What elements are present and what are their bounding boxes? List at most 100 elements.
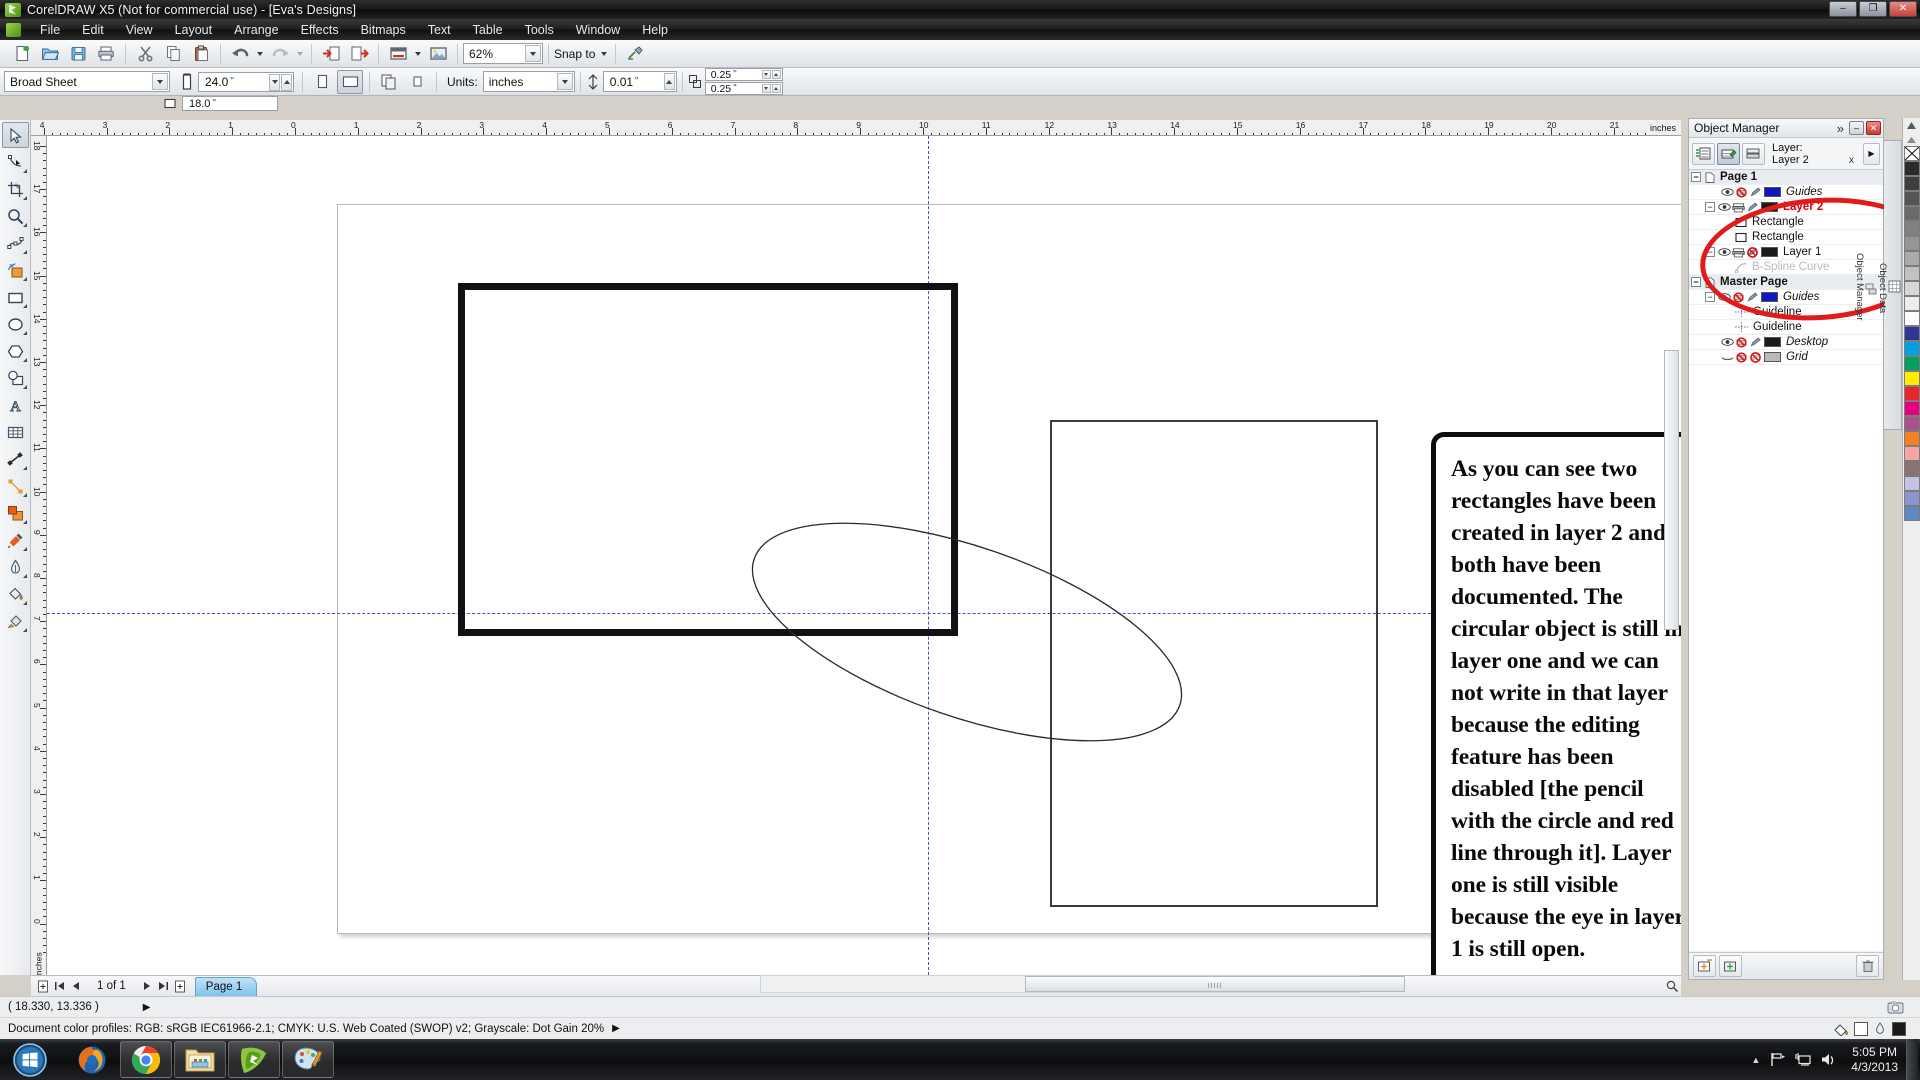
printer-enabled-icon[interactable]: [1732, 202, 1745, 213]
show-hidden-icons-button[interactable]: ▲: [1751, 1055, 1760, 1065]
page-width-spin-down[interactable]: [269, 73, 280, 91]
first-page-button[interactable]: [51, 978, 67, 994]
menu-table[interactable]: Table: [462, 21, 514, 39]
taskbar-coreldraw[interactable]: [228, 1041, 280, 1078]
palette-swatch-1[interactable]: [1903, 176, 1920, 191]
crop-tool[interactable]: [2, 176, 29, 202]
master-page-expander[interactable]: −: [1691, 277, 1701, 287]
zoom-dropdown-button[interactable]: [525, 45, 541, 62]
layer-2-color-swatch[interactable]: [1761, 202, 1778, 212]
undo-dropdown-caret[interactable]: [257, 51, 263, 56]
shape-tool-flyout-arrow[interactable]: [22, 169, 27, 173]
eye-open-icon[interactable]: [1721, 337, 1734, 347]
new-master-layer-button[interactable]: [1719, 955, 1742, 977]
docker-expand-icon[interactable]: »: [1837, 121, 1844, 136]
cut-button[interactable]: [132, 42, 158, 66]
pencil-edit-disabled-icon[interactable]: [1746, 246, 1759, 258]
speaker-icon[interactable]: [1820, 1052, 1837, 1067]
interactive-fill-tool-flyout-arrow[interactable]: [22, 628, 27, 632]
taskbar-explorer[interactable]: [174, 1041, 226, 1078]
eye-open-icon[interactable]: [1718, 247, 1731, 257]
add-page-before-button[interactable]: [35, 978, 51, 994]
master-guides-expander[interactable]: −: [1705, 292, 1715, 302]
redo-dropdown-caret[interactable]: [297, 51, 303, 56]
palette-swatch-8[interactable]: [1903, 281, 1920, 296]
print-button[interactable]: [93, 42, 119, 66]
launcher-dropdown-caret[interactable]: [415, 51, 421, 56]
horizontal-scrollbar-thumb[interactable]: [1025, 976, 1405, 992]
horizontal-scrollbar[interactable]: [760, 975, 1405, 994]
export-button[interactable]: [346, 42, 372, 66]
printer-disabled-icon[interactable]: [1735, 336, 1748, 348]
ellipse-bspline-curve[interactable]: [737, 517, 1197, 747]
palette-swatch-7[interactable]: [1903, 266, 1920, 281]
page-height-field[interactable]: 18.0 ": [182, 96, 278, 111]
monitor-icon[interactable]: [1795, 1052, 1811, 1067]
vertical-ruler[interactable]: 18 17 16 15 14 13 12 11 10 9 8 7 6 5 4 3 2 1 0: [31, 136, 47, 975]
outline-color-swatch[interactable]: [1892, 1021, 1906, 1036]
blend-tool[interactable]: [2, 500, 29, 526]
palette-swatch-19[interactable]: [1903, 446, 1920, 461]
palette-collapse-button[interactable]: [1903, 133, 1920, 146]
page-1-expander[interactable]: −: [1691, 172, 1701, 182]
show-object-properties-button[interactable]: [1692, 142, 1715, 165]
palette-swatch-14[interactable]: [1903, 371, 1920, 386]
palette-swatch-23[interactable]: [1903, 506, 1920, 521]
table-tool[interactable]: [2, 419, 29, 445]
pencil-edit-icon[interactable]: [1749, 187, 1762, 198]
zoom-level-combo[interactable]: 62%: [463, 43, 543, 64]
basic-shapes-tool[interactable]: [2, 365, 29, 391]
eye-open-icon[interactable]: [1721, 187, 1734, 197]
all-pages-button[interactable]: [376, 70, 402, 94]
palette-swatch-12[interactable]: [1903, 341, 1920, 356]
crop-tool-flyout-arrow[interactable]: [22, 196, 27, 200]
freehand-tool[interactable]: [2, 230, 29, 256]
palette-swatch-2[interactable]: [1903, 191, 1920, 206]
grid-color-swatch[interactable]: [1764, 352, 1781, 362]
zoom-tool[interactable]: [2, 203, 29, 229]
eye-open-icon[interactable]: [1718, 202, 1731, 212]
menu-view[interactable]: View: [115, 21, 164, 39]
nudge-offset-field[interactable]: 0.01 ": [602, 71, 677, 92]
fill-color-swatch[interactable]: [1854, 1021, 1868, 1036]
layer-manager-view-button[interactable]: [1742, 142, 1765, 165]
duplicate-x-spin-down[interactable]: [761, 70, 771, 79]
paste-button[interactable]: [188, 42, 214, 66]
basic-shapes-tool-flyout-arrow[interactable]: [22, 385, 27, 389]
snap-to-menu[interactable]: Snap to: [554, 47, 610, 61]
ellipse-tool[interactable]: [2, 311, 29, 337]
desktop-color-swatch[interactable]: [1764, 337, 1781, 347]
application-launcher-button[interactable]: [385, 42, 411, 66]
vertical-scrollbar-thumb[interactable]: [1664, 350, 1679, 630]
network-flag-icon[interactable]: [1770, 1052, 1786, 1067]
duplicate-x-spin-up[interactable]: [771, 70, 781, 79]
page-guides-color-swatch[interactable]: [1764, 187, 1781, 197]
printer-disabled-icon[interactable]: [1735, 186, 1748, 198]
pencil-edit-disabled-icon[interactable]: [1749, 351, 1762, 363]
text-tool[interactable]: A: [2, 392, 29, 418]
palette-swatch-6[interactable]: [1903, 251, 1920, 266]
palette-swatch-5[interactable]: [1903, 236, 1920, 251]
paper-type-dropdown-button[interactable]: [152, 73, 168, 90]
fill-swatch-icon[interactable]: [1833, 1022, 1850, 1036]
layer-2-expander[interactable]: −: [1705, 202, 1715, 212]
new-document-button[interactable]: [9, 42, 35, 66]
menu-effects[interactable]: Effects: [290, 21, 350, 39]
menu-file[interactable]: File: [29, 21, 71, 39]
taskbar-paint[interactable]: [282, 1041, 334, 1078]
smart-fill-tool[interactable]: [2, 257, 29, 283]
palette-color-swatches[interactable]: [1903, 161, 1920, 521]
palette-scroll-up-button[interactable]: [1903, 118, 1920, 133]
save-document-button[interactable]: [65, 42, 91, 66]
smart-fill-tool-flyout-arrow[interactable]: [22, 277, 27, 281]
page-width-field[interactable]: 24.0 ": [198, 71, 294, 92]
landscape-orientation-button[interactable]: [337, 69, 363, 94]
taskbar-firefox[interactable]: [66, 1041, 118, 1078]
menu-edit[interactable]: Edit: [71, 21, 115, 39]
connector-tool-flyout-arrow[interactable]: [22, 493, 27, 497]
duplicate-y-spin-up[interactable]: [771, 84, 781, 93]
next-page-button[interactable]: [140, 978, 156, 994]
units-combo[interactable]: inches: [482, 71, 575, 92]
pencil-edit-icon[interactable]: [1746, 292, 1759, 303]
palette-swatch-15[interactable]: [1903, 386, 1920, 401]
